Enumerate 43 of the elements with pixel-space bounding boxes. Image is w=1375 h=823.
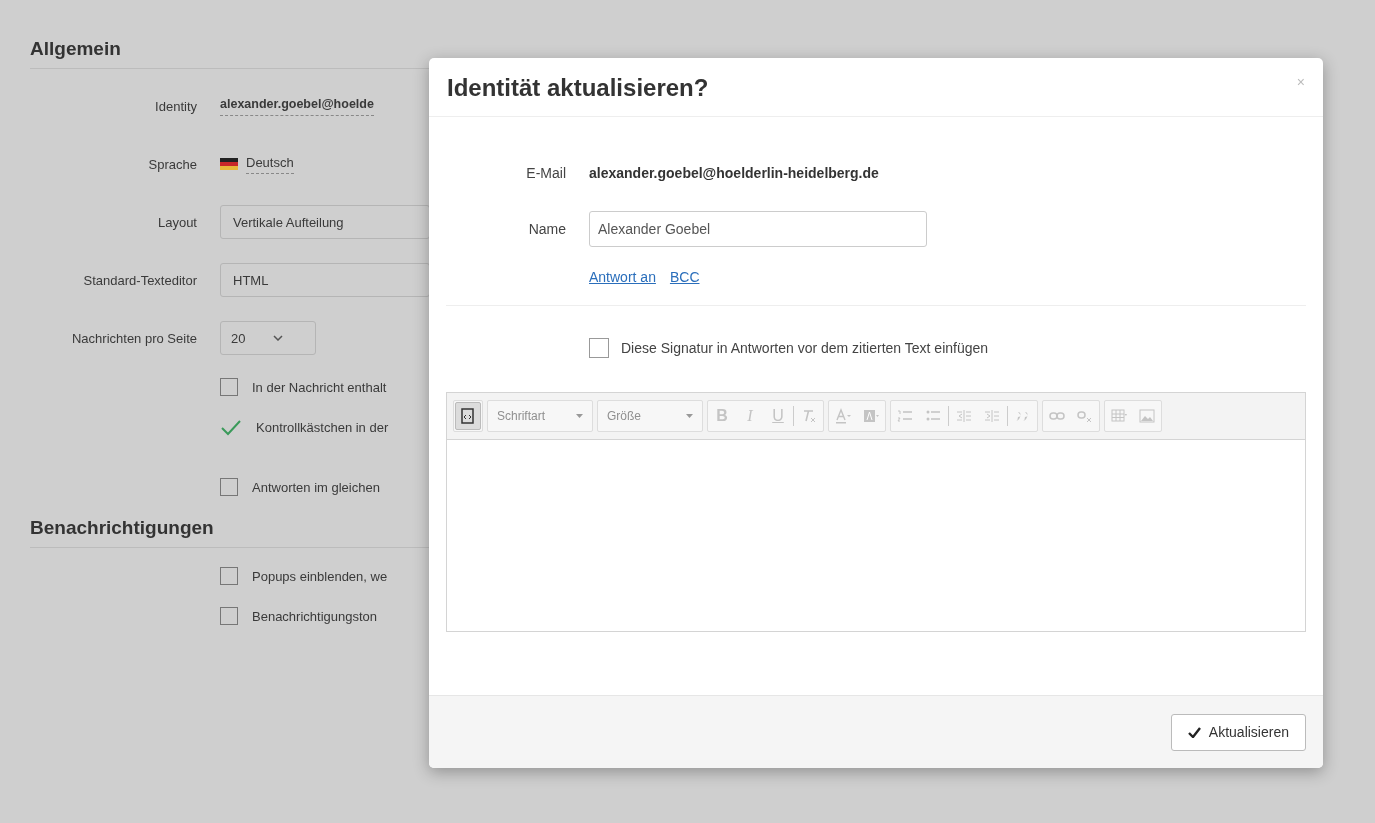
checkbox-label: Popups einblenden, we (252, 568, 388, 584)
table-icon (1111, 408, 1127, 424)
name-input[interactable]: Alexander Goebel (589, 211, 927, 247)
field-label: Sprache (147, 156, 198, 172)
checkbox-label: Kontrollkästchen in der (256, 419, 389, 435)
identity-value[interactable]: alexander.goebel@hoelde (220, 96, 374, 116)
field-label: Nachrichten pro Seite (71, 330, 198, 346)
indent-icon (984, 408, 1000, 424)
link[interactable]: BCC (669, 269, 700, 285)
text-color-icon (835, 408, 851, 424)
chevron-down-icon (273, 335, 284, 341)
email-value: alexander.goebel@hoelderlin-heidelberg.de (589, 165, 879, 181)
field-label: Layout (156, 214, 198, 230)
checkbox[interactable] (589, 338, 609, 358)
checkbox[interactable] (220, 378, 238, 396)
checkbox[interactable] (220, 607, 238, 625)
checkmark-icon[interactable] (220, 418, 242, 436)
field-label: Name (527, 221, 567, 237)
link[interactable]: Antwort an (589, 269, 656, 285)
field-label: Identity (154, 98, 198, 114)
checkbox[interactable] (220, 478, 238, 496)
dialog-title: Identität aktualisieren? (447, 74, 709, 102)
checkmark-icon (1187, 726, 1201, 738)
caret-icon (576, 414, 583, 418)
update-button[interactable]: Aktualisieren (1170, 713, 1306, 751)
checkbox-label: Diese Signatur in Antworten vor dem zitierten Text einfügen (621, 340, 989, 356)
outdent-icon (956, 408, 972, 424)
language-value[interactable]: Deutsch (246, 154, 294, 174)
checkbox-label: In der Nachricht enthalt (252, 379, 387, 395)
flag-icon (220, 158, 238, 170)
unlink-icon (1077, 408, 1093, 424)
checkbox-label: Antworten im gleichen (252, 479, 380, 495)
field-label: Standard-Texteditor (82, 272, 198, 288)
clear-format-icon (801, 408, 817, 424)
checkbox[interactable] (220, 567, 238, 585)
page-size-dropdown[interactable]: 20 (220, 321, 316, 355)
source-icon (460, 408, 476, 424)
background-color-icon (863, 408, 879, 424)
checkbox-label: Benachrichtigungston (252, 608, 378, 624)
numbered-list-icon (897, 408, 913, 424)
field-label: E-Mail (525, 165, 567, 181)
caret-icon (686, 414, 693, 418)
image-icon (1139, 408, 1155, 424)
